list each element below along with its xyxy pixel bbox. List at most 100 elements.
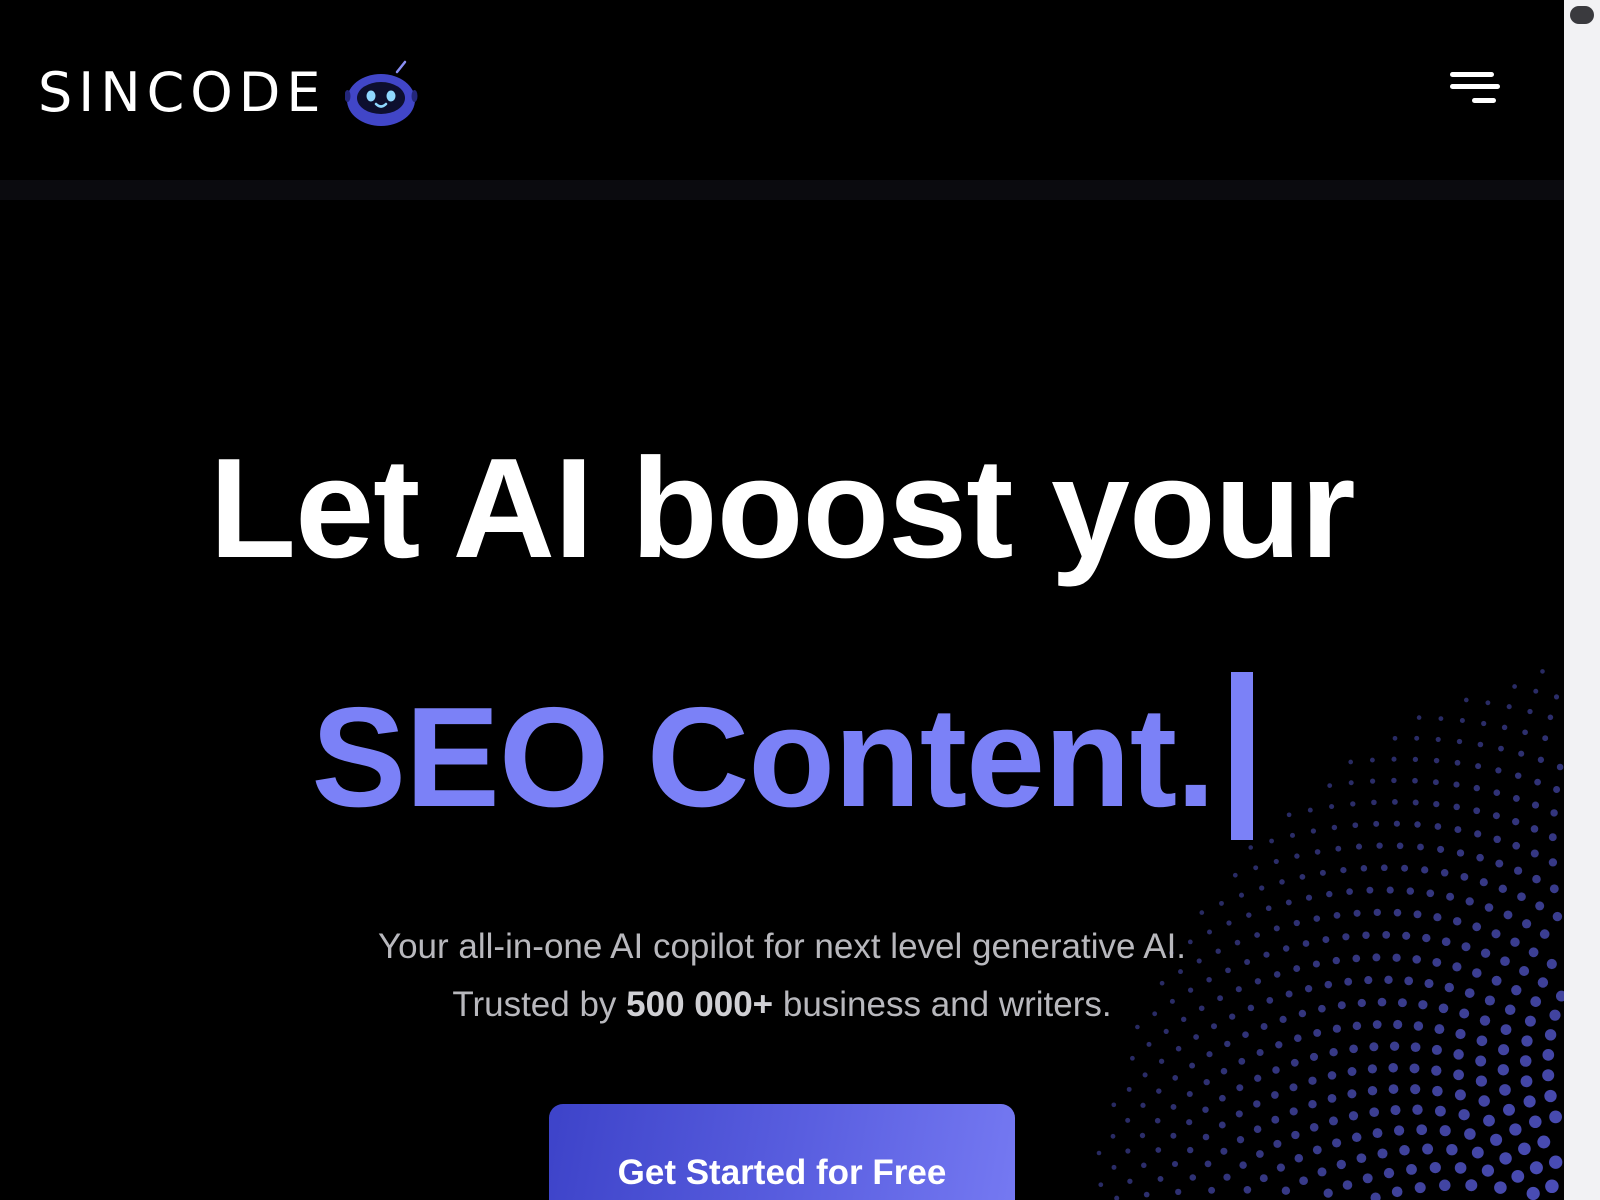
background-dot (1253, 1100, 1261, 1108)
background-dot (1460, 873, 1469, 881)
background-dot (1319, 869, 1326, 876)
background-dot (1520, 1075, 1533, 1088)
navbar: SINCODE (0, 0, 1564, 180)
background-dot (1125, 1148, 1131, 1154)
background-dot (1220, 1067, 1228, 1075)
get-started-button[interactable]: Get Started for Free (549, 1104, 1015, 1200)
background-dot (1532, 874, 1541, 884)
background-dot (1535, 901, 1545, 911)
hamburger-menu-icon[interactable] (1446, 70, 1502, 110)
background-dot (1114, 1195, 1120, 1200)
background-dot (1223, 1173, 1231, 1181)
background-dot (1483, 1114, 1495, 1127)
background-dot (1256, 1048, 1264, 1057)
background-dot (1529, 1161, 1543, 1175)
background-dot (1369, 1107, 1380, 1118)
background-dot (1335, 845, 1342, 852)
background-dot (1111, 1164, 1117, 1170)
scrollbar-track[interactable] (1564, 0, 1600, 1200)
subtitle-line1: Your all-in-one AI copilot for next leve… (377, 927, 1187, 966)
background-dot (1275, 1041, 1283, 1049)
subtitle-line2: Trusted by 500 000+ business and writers… (0, 976, 1564, 1034)
menu-line (1472, 98, 1496, 103)
background-dot (1155, 1147, 1162, 1153)
background-dot (1548, 858, 1558, 867)
background-dot (1440, 869, 1449, 877)
background-dot (1293, 1034, 1302, 1043)
background-dot (1366, 886, 1374, 894)
background-dot (1437, 845, 1445, 853)
robot-mascot-icon (344, 60, 418, 126)
background-dot (1238, 1057, 1246, 1065)
background-dot (1347, 1067, 1357, 1076)
background-dot (1332, 1138, 1342, 1148)
background-dot (1272, 1066, 1280, 1074)
background-dot (1189, 1174, 1197, 1181)
background-dot (1172, 1075, 1179, 1081)
background-dot (1156, 1088, 1162, 1094)
background-dot (1208, 1186, 1216, 1194)
background-dot (1376, 842, 1383, 849)
background-dot (1276, 1163, 1286, 1172)
background-dot (1519, 1055, 1532, 1067)
background-dot (1446, 1144, 1458, 1156)
background-dot (1111, 1102, 1117, 1108)
background-dot (1224, 1040, 1231, 1048)
hero-headline-line2: SEO Content. (0, 672, 1564, 840)
background-dot (1356, 1153, 1367, 1164)
background-dot (1308, 1099, 1317, 1109)
background-dot (1544, 1089, 1557, 1103)
background-dot (1434, 1105, 1446, 1117)
background-dot (1154, 1117, 1161, 1124)
background-dot (1347, 1089, 1357, 1099)
background-dot (1396, 842, 1404, 850)
menu-line (1450, 72, 1494, 77)
background-dot (1380, 864, 1388, 872)
logo-link[interactable]: SINCODE (38, 58, 423, 128)
subtitle-prefix: Trusted by (452, 985, 627, 1024)
background-dot (1494, 1181, 1507, 1194)
background-dot (1495, 859, 1504, 868)
background-dot (1236, 1084, 1244, 1092)
background-dot (1203, 1078, 1210, 1086)
logo-wordmark: SINCODE (38, 61, 327, 124)
background-dot (1139, 1132, 1146, 1139)
background-dot (1239, 1161, 1247, 1169)
background-dot (1530, 849, 1539, 858)
background-dot (1126, 1086, 1132, 1092)
background-dot (1204, 1160, 1212, 1168)
background-dot (1327, 1071, 1337, 1080)
scrollbar-thumb[interactable] (1570, 6, 1594, 24)
background-dot (1478, 1095, 1490, 1107)
background-dot (1377, 1148, 1388, 1159)
background-dot (1509, 1123, 1522, 1136)
background-dot (1309, 1122, 1319, 1132)
background-dot (1158, 1058, 1165, 1064)
background-dot (1130, 1055, 1135, 1061)
background-dot (1417, 843, 1424, 851)
background-dot (1170, 1132, 1177, 1139)
background-dot (1238, 892, 1245, 898)
background-dot (1390, 1105, 1401, 1116)
background-dot (1410, 1042, 1421, 1053)
background-dot (1243, 1185, 1252, 1194)
background-dot (1476, 1035, 1488, 1047)
background-dot (1476, 853, 1484, 862)
background-dot (1232, 872, 1238, 878)
background-dot (1336, 1159, 1346, 1170)
background-dot (1429, 1162, 1441, 1174)
background-dot (1458, 1109, 1470, 1121)
background-dot (1187, 1146, 1194, 1154)
user-count: 500 000+ (626, 985, 774, 1024)
background-dot (1388, 1063, 1398, 1073)
background-dot (1481, 1164, 1494, 1177)
background-dot (1414, 1182, 1426, 1194)
background-dot (1498, 1044, 1510, 1056)
background-dot (1273, 858, 1279, 864)
background-dot (1096, 1150, 1102, 1156)
background-dot (1399, 1145, 1410, 1156)
background-dot (1549, 884, 1559, 894)
background-dot (1490, 1133, 1503, 1146)
background-dot (1314, 849, 1321, 855)
background-dot (1353, 909, 1361, 917)
